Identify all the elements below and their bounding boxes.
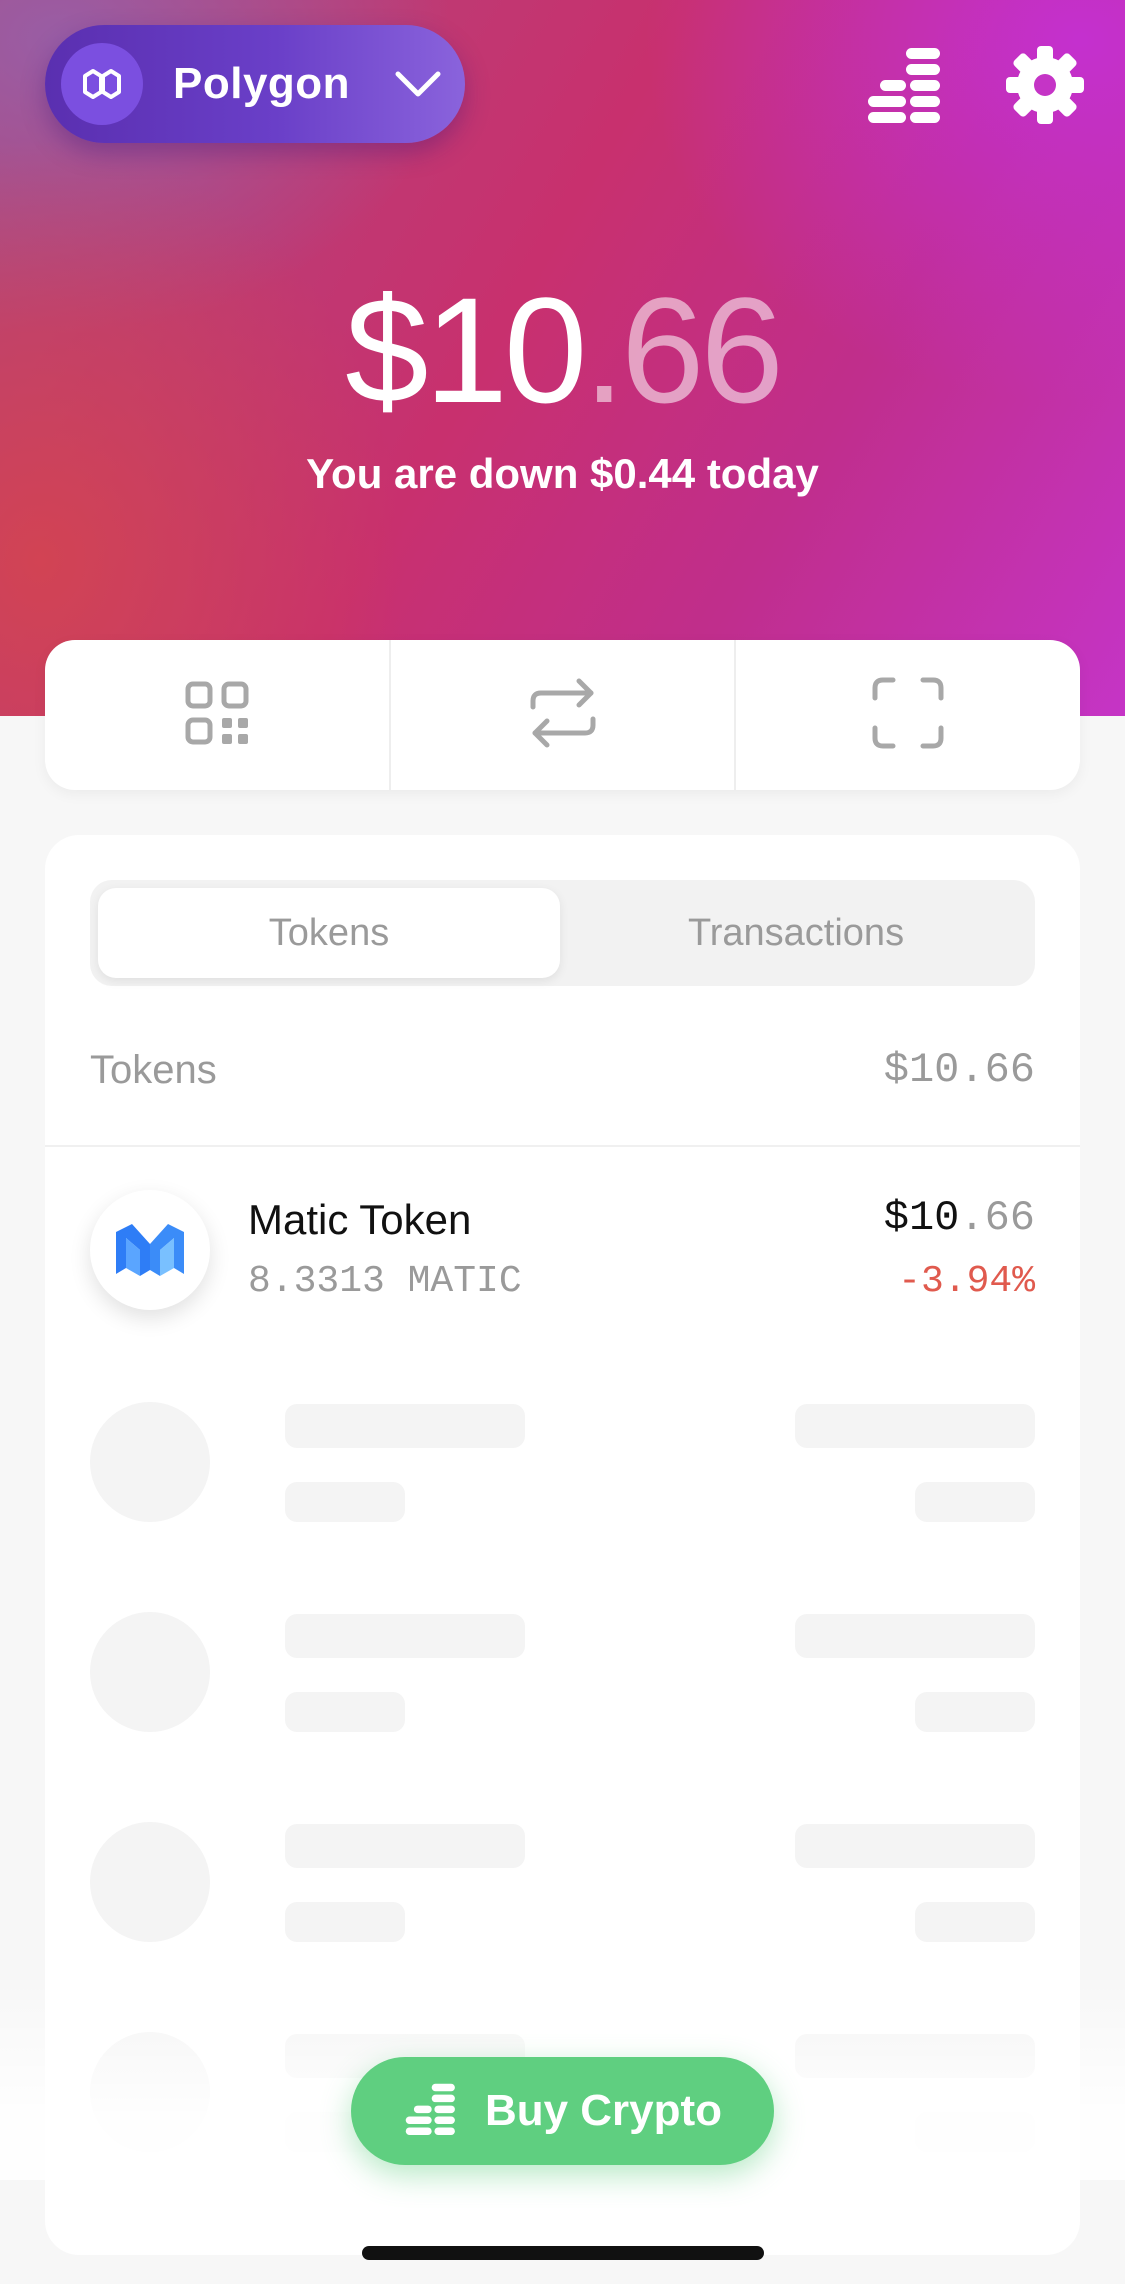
token-value: $10.66 xyxy=(884,1194,1035,1242)
tabs-segmented-control: Tokens Transactions xyxy=(90,880,1035,986)
placeholder-line xyxy=(915,1902,1035,1942)
network-selector[interactable]: Polygon xyxy=(45,25,465,143)
loading-placeholder-row xyxy=(90,1402,1035,1532)
buy-crypto-button[interactable]: Buy Crypto xyxy=(351,2057,774,2165)
placeholder-line xyxy=(285,1692,405,1732)
placeholder-line xyxy=(915,1692,1035,1732)
token-value-cents: .66 xyxy=(959,1194,1035,1242)
receive-qr-button[interactable] xyxy=(45,640,389,790)
placeholder-line xyxy=(915,1482,1035,1522)
gear-icon[interactable] xyxy=(1000,40,1090,130)
placeholder-avatar xyxy=(90,1822,210,1942)
swap-arrows-icon xyxy=(525,677,601,754)
tokens-total-value: $10.66 xyxy=(883,1046,1035,1094)
placeholder-line xyxy=(285,1902,405,1942)
buy-crypto-label: Buy Crypto xyxy=(484,2086,723,2135)
loading-placeholder-row xyxy=(90,1612,1035,1742)
scan-frame-icon xyxy=(871,676,945,755)
tab-transactions[interactable]: Transactions xyxy=(565,888,1027,978)
loading-placeholder-row xyxy=(90,1822,1035,1952)
placeholder-line xyxy=(285,1824,525,1868)
divider xyxy=(45,1145,1080,1147)
swap-button[interactable] xyxy=(388,640,735,790)
placeholder-line xyxy=(285,1404,525,1448)
total-balance: $10.66 xyxy=(0,270,1125,430)
balance-cents: .66 xyxy=(583,266,784,434)
placeholder-line xyxy=(285,1482,405,1522)
matic-logo-icon xyxy=(90,1190,210,1310)
placeholder-line xyxy=(285,1614,525,1658)
action-bar xyxy=(45,640,1080,790)
placeholder-line xyxy=(795,1614,1035,1658)
network-name: Polygon xyxy=(173,59,351,108)
placeholder-avatar xyxy=(90,1402,210,1522)
balance-change-text: You are down $0.44 today xyxy=(306,450,819,497)
placeholder-avatar xyxy=(90,1612,210,1732)
stack-coins-icon xyxy=(403,2081,459,2142)
stack-coins-icon[interactable] xyxy=(862,40,948,130)
token-name: Matic Token xyxy=(248,1196,472,1243)
scan-button[interactable] xyxy=(734,640,1080,790)
token-change-percent: -3.94% xyxy=(898,1260,1035,1303)
tab-tokens[interactable]: Tokens xyxy=(98,888,560,978)
token-row-matic[interactable]: Matic Token 8.3313 MATIC $10.66 -3.94% xyxy=(90,1190,1035,1320)
balance-whole: $10 xyxy=(345,266,587,434)
tokens-section-label: Tokens xyxy=(90,1047,217,1092)
token-value-whole: $10 xyxy=(883,1194,960,1242)
placeholder-line xyxy=(795,1404,1035,1448)
polygon-logo-icon xyxy=(61,43,143,125)
chevron-down-icon xyxy=(394,69,442,99)
home-indicator[interactable] xyxy=(362,2246,764,2260)
tokens-summary-row: Tokens $10.66 xyxy=(90,1040,1035,1100)
qr-code-icon xyxy=(184,680,250,751)
placeholder-line xyxy=(795,1824,1035,1868)
token-amount: 8.3313 MATIC xyxy=(248,1260,522,1303)
